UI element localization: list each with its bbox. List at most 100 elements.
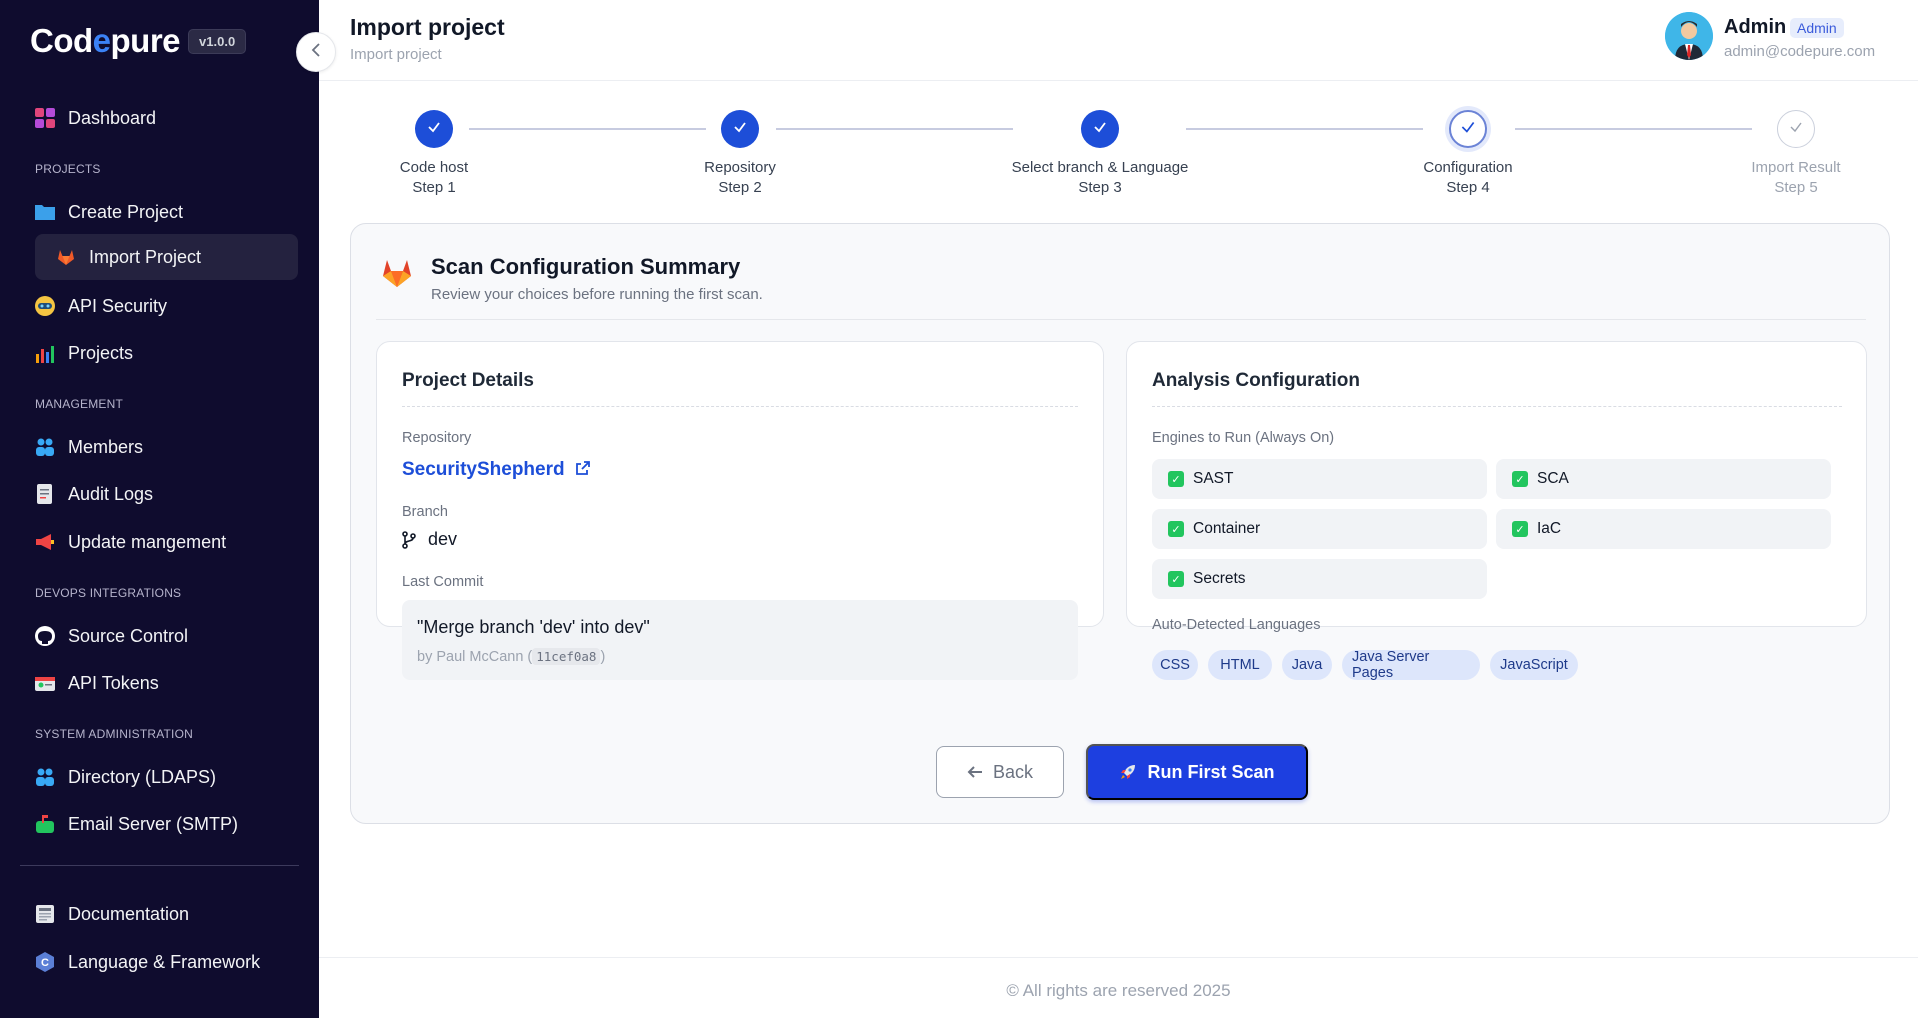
sidebar-divider [20, 865, 299, 866]
brand-logo[interactable]: Codepure v1.0.0 [30, 22, 247, 60]
bar-chart-icon [34, 342, 56, 364]
step-5-label: Import Result Step 5 [1751, 159, 1841, 196]
last-commit-box: "Merge branch 'dev' into dev" by Paul Mc… [402, 600, 1078, 680]
check-icon [1459, 118, 1477, 141]
run-first-scan-button[interactable]: Run First Scan [1086, 744, 1308, 800]
sidebar-item-update-management[interactable]: Update mangement [34, 527, 226, 557]
engine-iac: ✓ IaC [1496, 509, 1831, 549]
sidebar-item-label: Source Control [68, 625, 189, 646]
language-tag: CSS [1152, 650, 1198, 680]
step-2-label: Repository Step 2 [704, 159, 776, 196]
sidebar-item-label: Import Project [89, 246, 202, 267]
sidebar-item-label: Update mangement [68, 531, 227, 552]
step-1-label: Code host Step 1 [399, 159, 469, 196]
svg-text:C: C [41, 957, 49, 969]
sidebar-item-email-server[interactable]: Email Server (SMTP) [34, 809, 238, 839]
divider [376, 319, 1866, 320]
sidebar-item-label: Dashboard [68, 107, 157, 128]
checkbox-checked-icon: ✓ [1168, 471, 1184, 487]
step-connector [1515, 128, 1752, 130]
branch-name: dev [428, 529, 458, 549]
avatar[interactable] [1665, 12, 1713, 60]
sidebar-item-label: API Security [68, 295, 168, 316]
sidebar-item-directory[interactable]: Directory (LDAPS) [34, 762, 216, 792]
commit-message: "Merge branch 'dev' into dev" [417, 617, 650, 637]
nav-section-projects: PROJECTS [35, 162, 101, 176]
sidebar-item-label: Directory (LDAPS) [68, 766, 217, 787]
step-5-indicator [1777, 110, 1815, 148]
step-connector [776, 128, 1013, 130]
last-commit-label: Last Commit [402, 574, 484, 590]
step-3-indicator[interactable] [1081, 110, 1119, 148]
check-icon [1788, 119, 1804, 140]
check-icon [732, 119, 748, 140]
sidebar-item-label: Create Project [68, 201, 184, 222]
repository-label: Repository [402, 430, 472, 446]
header: Import project Import project Admin Admi… [319, 0, 1918, 81]
sidebar-item-members[interactable]: Members [34, 432, 143, 462]
sidebar-item-audit-logs[interactable]: Audit Logs [34, 479, 153, 509]
engine-secrets: ✓ Secrets [1152, 559, 1487, 599]
sidebar-item-label: API Tokens [68, 672, 159, 693]
id-card-icon [34, 672, 56, 694]
engines-label: Engines to Run (Always On) [1152, 430, 1335, 446]
users-icon [34, 766, 56, 788]
step-2-indicator[interactable] [721, 110, 759, 148]
project-details-panel: Project Details Repository SecuritySheph… [376, 341, 1104, 680]
gitlab-icon [55, 246, 77, 268]
folder-icon [34, 201, 56, 223]
arrow-left-icon [967, 765, 983, 779]
step-4-indicator[interactable] [1449, 110, 1487, 148]
chevron-left-icon [310, 41, 322, 64]
commit-hash: 11cef0a8 [532, 648, 601, 665]
engine-sca: ✓ SCA [1496, 459, 1831, 499]
megaphone-icon [34, 531, 56, 553]
sidebar-item-label: Email Server (SMTP) [68, 813, 239, 834]
step-1-indicator[interactable] [415, 110, 453, 148]
sidebar-item-documentation[interactable]: Documentation [34, 899, 189, 929]
commit-author: by Paul McCann (11cef0a8) [417, 648, 606, 665]
summary-title: Scan Configuration Summary [431, 254, 741, 279]
checkbox-checked-icon: ✓ [1512, 471, 1528, 487]
sidebar-item-language-framework[interactable]: C Language & Framework [34, 947, 260, 977]
github-icon [34, 625, 56, 647]
check-icon [426, 119, 442, 140]
sidebar-item-projects[interactable]: Projects [34, 338, 133, 368]
external-link-icon [575, 460, 591, 481]
nav-section-management: MANAGEMENT [35, 397, 124, 411]
sidebar-item-label: Documentation [68, 903, 190, 924]
step-3-label: Select branch & Language Step 3 [1011, 159, 1189, 196]
sidebar-item-source-control[interactable]: Source Control [34, 621, 188, 651]
language-tag: JavaScript [1490, 650, 1578, 680]
branch-label: Branch [402, 504, 448, 520]
languages-label: Auto-Detected Languages [1152, 617, 1321, 633]
run-scan-label: Run First Scan [1147, 761, 1275, 782]
back-button[interactable]: Back [936, 746, 1064, 798]
summary-subtitle: Review your choices before running the f… [431, 286, 763, 303]
users-icon [34, 436, 56, 458]
nav-section-sysadmin: SYSTEM ADMINISTRATION [35, 727, 193, 741]
sidebar-item-create-project[interactable]: Create Project [34, 197, 183, 227]
sidebar-item-api-security[interactable]: API Security [34, 291, 167, 321]
divider [1152, 406, 1842, 407]
branch-value: dev [402, 529, 457, 550]
breadcrumb[interactable]: Import project [350, 46, 442, 63]
engine-container: ✓ Container [1152, 509, 1487, 549]
back-label: Back [992, 761, 1034, 782]
repository-link[interactable]: SecurityShepherd [402, 459, 591, 481]
checkbox-checked-icon: ✓ [1168, 521, 1184, 537]
gitlab-icon [381, 258, 413, 288]
sidebar-item-import-project[interactable]: Import Project [55, 242, 201, 272]
sidebar-item-api-tokens[interactable]: API Tokens [34, 668, 159, 698]
user-email: admin@codepure.com [1724, 43, 1876, 60]
mailbox-icon [34, 813, 56, 835]
collapse-sidebar-button[interactable] [296, 32, 336, 72]
footer-divider [319, 957, 1918, 958]
nav-section-devops: DEVOPS INTEGRATIONS [35, 586, 182, 600]
brand-name: Codepure [30, 22, 181, 59]
language-tag: HTML [1208, 650, 1272, 680]
sidebar-item-dashboard[interactable]: Dashboard [34, 103, 156, 133]
robot-icon [34, 295, 56, 317]
panel-title: Analysis Configuration [1152, 370, 1360, 391]
step-4-label: Configuration Step 4 [1423, 159, 1513, 196]
